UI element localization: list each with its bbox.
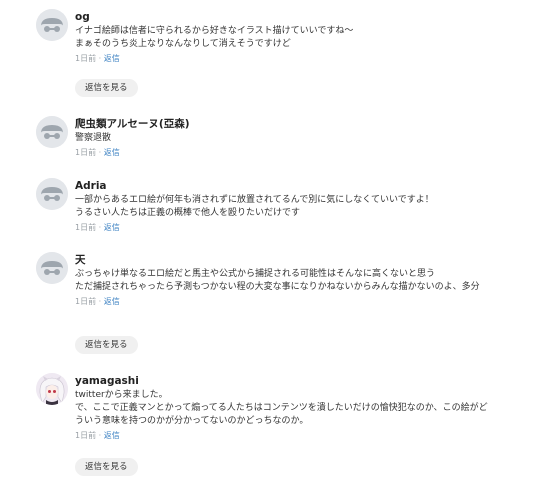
comment-time: 1日前	[75, 431, 97, 440]
comment-meta: 1日前 · 返信	[75, 430, 536, 442]
meta-separator: ·	[98, 54, 102, 63]
meta-separator: ·	[98, 297, 102, 306]
reply-link[interactable]: 返信	[104, 297, 120, 306]
comment-body: 天 ぶっちゃけ単なるエロ絵だと馬主や公式から捕捉される可能性はそんなに高くないと…	[75, 252, 536, 308]
comment-text: 一部からあるエロ絵が何年も消されずに放置されてるんで別に気にしなくていいですよ！…	[75, 195, 434, 218]
reply-link[interactable]: 返信	[104, 431, 120, 440]
comment-author[interactable]: 爬虫類アルセーヌ(亞森)	[75, 117, 536, 131]
reply-link[interactable]: 返信	[104, 54, 120, 63]
default-avatar-icon[interactable]	[36, 9, 68, 41]
comment-time: 1日前	[75, 297, 97, 306]
comment-text: twitterから来ました。 で、ここで正義マンとかって煽ってる人たちはコンテン…	[75, 390, 488, 426]
default-avatar-icon[interactable]	[36, 178, 68, 210]
default-avatar-icon[interactable]	[36, 252, 68, 284]
comment-item: 天 ぶっちゃけ単なるエロ絵だと馬主や公式から捕捉される可能性はそんなに高くないと…	[0, 252, 554, 357]
comment-author[interactable]: og	[75, 10, 536, 24]
view-replies-button[interactable]: 返信を見る	[75, 79, 138, 97]
comment-time: 1日前	[75, 223, 97, 232]
comment-meta: 1日前 · 返信	[75, 53, 536, 65]
comment-text: 警察退散	[75, 133, 112, 143]
comment-body: Adria 一部からあるエロ絵が何年も消されずに放置されてるんで別に気にしなくて…	[75, 178, 536, 234]
comment-time: 1日前	[75, 54, 97, 63]
comment-text: ぶっちゃけ単なるエロ絵だと馬主や公式から捕捉される可能性はそんなに高くないと思う…	[75, 269, 480, 292]
reply-link[interactable]: 返信	[104, 223, 120, 232]
meta-separator: ·	[98, 223, 102, 232]
view-replies-button[interactable]: 返信を見る	[75, 336, 138, 354]
comment-meta: 1日前 · 返信	[75, 222, 536, 234]
comment-list: og イナゴ絵師は信者に守られるから好きなイラスト描けていいですね〜 まぁそのう…	[0, 0, 554, 491]
comment-body: yamagashi twitterから来ました。 で、ここで正義マンとかって煽っ…	[75, 373, 536, 442]
comment-item: og イナゴ絵師は信者に守られるから好きなイラスト描けていいですね〜 まぁそのう…	[0, 9, 554, 99]
comment-meta: 1日前 · 返信	[75, 296, 536, 308]
comment-author[interactable]: Adria	[75, 179, 536, 193]
comment-body: 爬虫類アルセーヌ(亞森) 警察退散 1日前 · 返信	[75, 116, 536, 159]
comment-body: og イナゴ絵師は信者に守られるから好きなイラスト描けていいですね〜 まぁそのう…	[75, 9, 536, 65]
comment-text: イナゴ絵師は信者に守られるから好きなイラスト描けていいですね〜 まぁそのうち炎上…	[75, 26, 354, 49]
reply-link[interactable]: 返信	[104, 148, 120, 157]
comment-item: Adria 一部からあるエロ絵が何年も消されずに放置されてるんで別に気にしなくて…	[0, 178, 554, 238]
comment-item: 爬虫類アルセーヌ(亞森) 警察退散 1日前 · 返信	[0, 116, 554, 166]
comment-time: 1日前	[75, 148, 97, 157]
comment-author[interactable]: yamagashi	[75, 374, 536, 388]
view-replies-button[interactable]: 返信を見る	[75, 458, 138, 476]
meta-separator: ·	[98, 148, 102, 157]
comment-meta: 1日前 · 返信	[75, 147, 536, 159]
comment-item: yamagashi twitterから来ました。 で、ここで正義マンとかって煽っ…	[0, 373, 554, 478]
user-photo-avatar[interactable]	[36, 373, 68, 405]
comment-author[interactable]: 天	[75, 253, 536, 267]
meta-separator: ·	[98, 431, 102, 440]
default-avatar-icon[interactable]	[36, 116, 68, 148]
